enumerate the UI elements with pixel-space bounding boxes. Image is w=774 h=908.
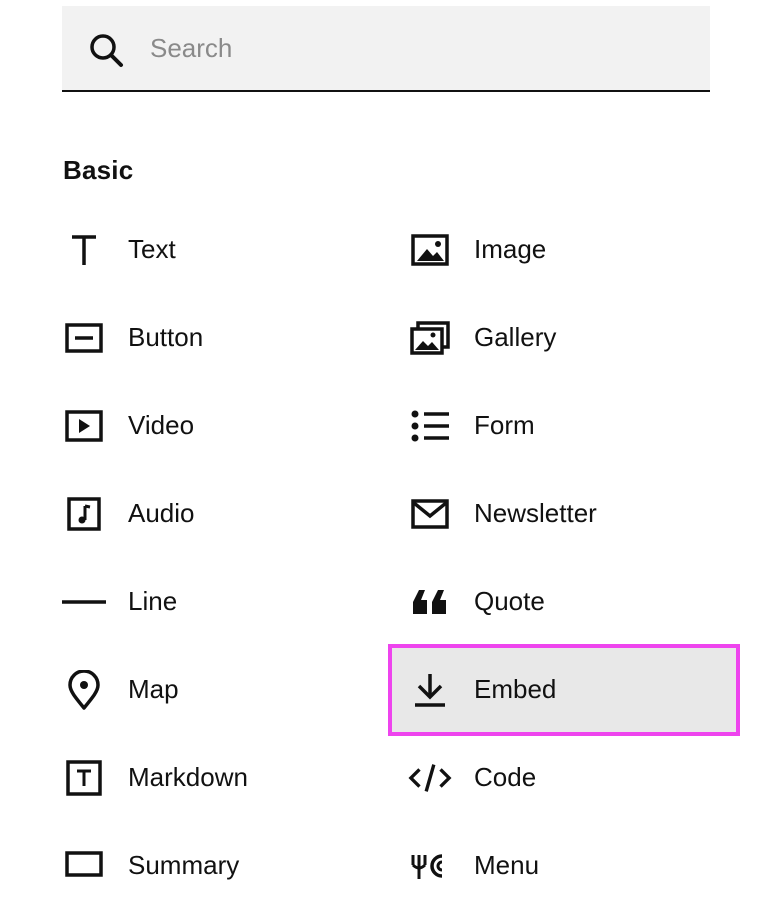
block-label: Gallery <box>474 322 557 352</box>
block-item-form[interactable]: Form <box>408 384 728 468</box>
block-label: Menu <box>474 850 540 880</box>
block-item-video[interactable]: Video <box>62 384 362 468</box>
line-icon <box>62 580 106 624</box>
text-icon <box>62 228 106 272</box>
image-icon <box>408 228 452 272</box>
block-item-line[interactable]: Line <box>62 560 362 644</box>
video-icon <box>62 404 106 448</box>
block-label: Audio <box>128 498 195 528</box>
block-item-audio[interactable]: Audio <box>62 472 362 556</box>
block-label: Image <box>474 234 547 264</box>
envelope-icon <box>408 492 452 536</box>
block-item-gallery[interactable]: Gallery <box>408 296 728 380</box>
map-pin-icon <box>62 668 106 712</box>
search-input[interactable] <box>150 26 670 70</box>
block-label: Form <box>474 410 535 440</box>
menu-icon <box>408 844 452 888</box>
block-item-menu[interactable]: Menu <box>408 824 728 908</box>
block-label: Line <box>128 586 178 616</box>
summary-icon <box>62 844 106 888</box>
search-bar[interactable] <box>62 6 710 92</box>
block-item-embed[interactable]: Embed <box>388 644 740 736</box>
block-label: Summary <box>128 850 240 880</box>
block-label: Video <box>128 410 195 440</box>
gallery-icon <box>408 316 452 360</box>
block-item-image[interactable]: Image <box>408 208 728 292</box>
block-label: Quote <box>474 586 545 616</box>
block-label: Map <box>128 674 179 704</box>
audio-icon <box>62 492 106 536</box>
block-label: Newsletter <box>474 498 597 528</box>
block-item-markdown[interactable]: Markdown <box>62 736 362 820</box>
block-label: Button <box>128 322 204 352</box>
block-item-quote[interactable]: Quote <box>408 560 728 644</box>
block-item-code[interactable]: Code <box>408 736 728 820</box>
block-label: Code <box>474 762 537 792</box>
markdown-icon <box>62 756 106 800</box>
form-list-icon <box>408 404 452 448</box>
block-item-newsletter[interactable]: Newsletter <box>408 472 728 556</box>
block-item-map[interactable]: Map <box>62 648 362 732</box>
block-label: Embed <box>474 674 557 704</box>
block-item-summary[interactable]: Summary <box>62 824 362 908</box>
button-icon <box>62 316 106 360</box>
download-icon <box>408 668 452 712</box>
block-label: Text <box>128 234 176 264</box>
block-item-text[interactable]: Text <box>62 208 362 292</box>
block-item-button[interactable]: Button <box>62 296 362 380</box>
block-label: Markdown <box>128 762 248 792</box>
section-title: Basic <box>63 155 134 185</box>
code-icon <box>408 756 452 800</box>
quote-icon <box>408 580 452 624</box>
search-icon <box>88 32 124 68</box>
